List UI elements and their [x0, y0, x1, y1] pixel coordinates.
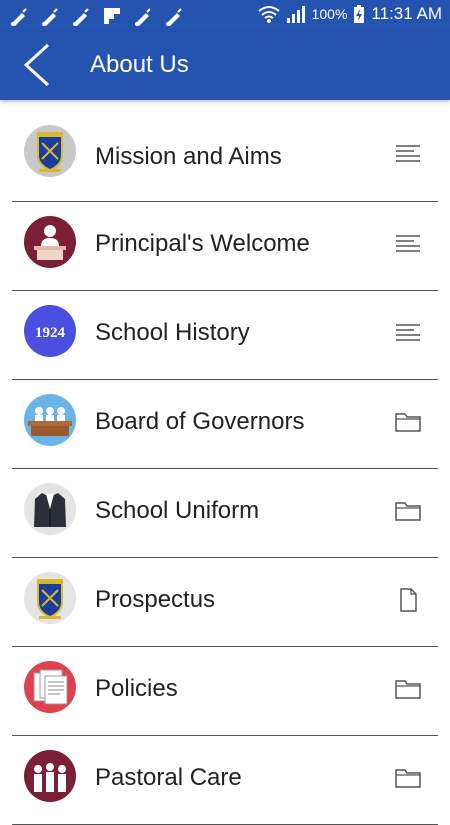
list-item-prospectus[interactable]: Prospectus	[12, 558, 438, 647]
page-title: About Us	[90, 51, 189, 78]
text-lines-icon	[396, 324, 420, 341]
status-bar: 100% 11:31 AM	[0, 0, 450, 32]
folder-icon	[395, 502, 421, 521]
school-crest-icon	[24, 572, 76, 624]
text-lines-icon	[396, 145, 420, 162]
signal-icon	[286, 6, 305, 23]
bell-icon	[73, 8, 89, 26]
about-us-list: Mission and Aims Principal's Welcome 192…	[12, 112, 438, 825]
notification-icons	[8, 5, 185, 27]
folder-icon	[395, 680, 421, 699]
school-crest-icon	[24, 125, 76, 177]
battery-charging-icon	[354, 5, 365, 23]
list-item-label: Policies	[95, 675, 178, 702]
app-bar: About Us	[0, 32, 450, 100]
list-item-label: Mission and Aims	[95, 143, 282, 170]
list-item-pastoral-care[interactable]: Pastoral Care	[12, 736, 438, 825]
bell-icon	[135, 8, 151, 26]
list-item-label: Pastoral Care	[95, 764, 242, 791]
back-button[interactable]	[12, 40, 62, 90]
principal-at-desk-icon	[24, 216, 76, 268]
people-group-icon	[24, 750, 76, 802]
list-item-school-history[interactable]: 1924 School History	[12, 291, 438, 380]
list-item-policies[interactable]: Policies	[12, 647, 438, 736]
clock: 11:31 AM	[371, 4, 442, 23]
list-item-principals-welcome[interactable]: Principal's Welcome	[12, 202, 438, 291]
board-table-icon	[24, 394, 76, 446]
list-item-label: School History	[95, 319, 250, 346]
list-item-label: Principal's Welcome	[95, 230, 310, 257]
list-item-label: School Uniform	[95, 497, 260, 524]
list-item-label: Prospectus	[95, 586, 216, 613]
chevron-left-icon	[23, 43, 50, 87]
year-1924-badge-icon: 1924	[24, 305, 76, 357]
bell-icon	[166, 8, 182, 26]
flipboard-icon	[104, 8, 120, 24]
list-item-board-of-governors[interactable]: Board of Governors	[12, 380, 438, 469]
folder-icon	[395, 769, 421, 788]
wifi-icon	[257, 6, 280, 23]
bell-icon	[42, 8, 58, 26]
list-item-school-uniform[interactable]: School Uniform	[12, 469, 438, 558]
battery-percent: 100%	[311, 6, 348, 22]
list-item-label: Board of Governors	[95, 408, 305, 435]
list-item-mission-and-aims[interactable]: Mission and Aims	[12, 112, 438, 202]
bell-icon	[11, 8, 27, 26]
blazer-icon	[24, 483, 76, 535]
folder-icon	[395, 413, 421, 432]
document-icon	[400, 588, 417, 612]
year-badge-text: 1924	[35, 325, 66, 341]
text-lines-icon	[396, 235, 420, 252]
documents-stack-icon	[24, 661, 76, 713]
